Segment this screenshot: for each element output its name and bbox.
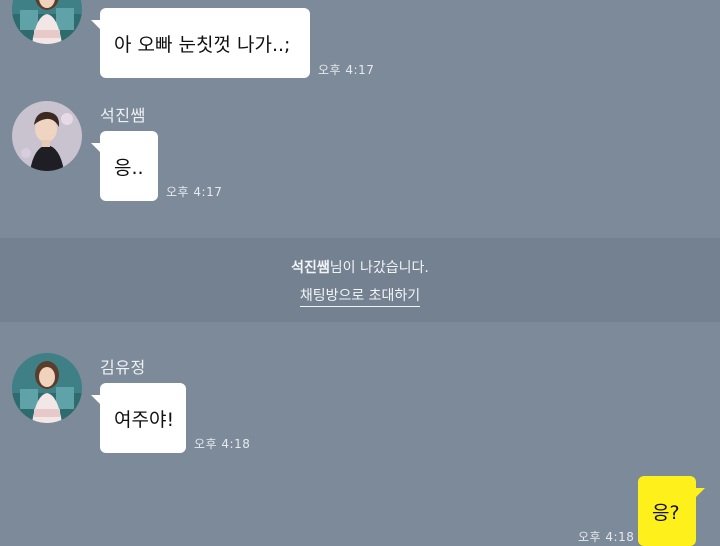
man-portrait-icon (12, 101, 82, 171)
system-notice-band (0, 238, 720, 322)
avatar-seokjin[interactable] (12, 101, 82, 171)
message-time: 오후 4:17 (318, 63, 375, 77)
message-bubble[interactable]: 응.. (91, 131, 158, 201)
message-text: 응.. (114, 156, 144, 179)
message-time: 오후 4:18 (578, 530, 635, 544)
message-time: 오후 4:18 (194, 437, 251, 451)
woman-portrait-icon (12, 353, 82, 423)
invite-to-chatroom-link[interactable]: 채팅방으로 초대하기 (299, 288, 421, 307)
invite-to-chatroom-row: 채팅방으로 초대하기 (0, 285, 720, 307)
message-time: 오후 4:17 (166, 185, 223, 199)
left-user-name: 석진쌤 (291, 260, 330, 276)
woman-portrait-icon (12, 0, 82, 44)
message-bubble[interactable]: 여주야! (91, 383, 186, 453)
message-text: 아 오빠 눈칫껏 나가..; (114, 33, 291, 56)
message-text: 여주야! (114, 408, 175, 431)
message-bubble[interactable]: 아 오빠 눈칫껏 나가..; (91, 8, 310, 78)
sender-name: 김유정 (100, 358, 146, 377)
left-notice-text: 님이 나갔습니다. (329, 260, 429, 276)
chat-room: 아 오빠 눈칫껏 나가..; 오후 4:17 석진쌤 응.. 오후 4:17 석… (0, 0, 720, 546)
sender-name: 석진쌤 (100, 106, 146, 125)
avatar-kim-yujeong[interactable] (12, 353, 82, 423)
avatar-kim-yujeong-top[interactable] (12, 0, 82, 44)
message-text: 응? (652, 501, 680, 524)
my-message-bubble[interactable]: 응? (638, 476, 705, 546)
system-notice: 석진쌤님이 나갔습니다. (0, 257, 720, 277)
